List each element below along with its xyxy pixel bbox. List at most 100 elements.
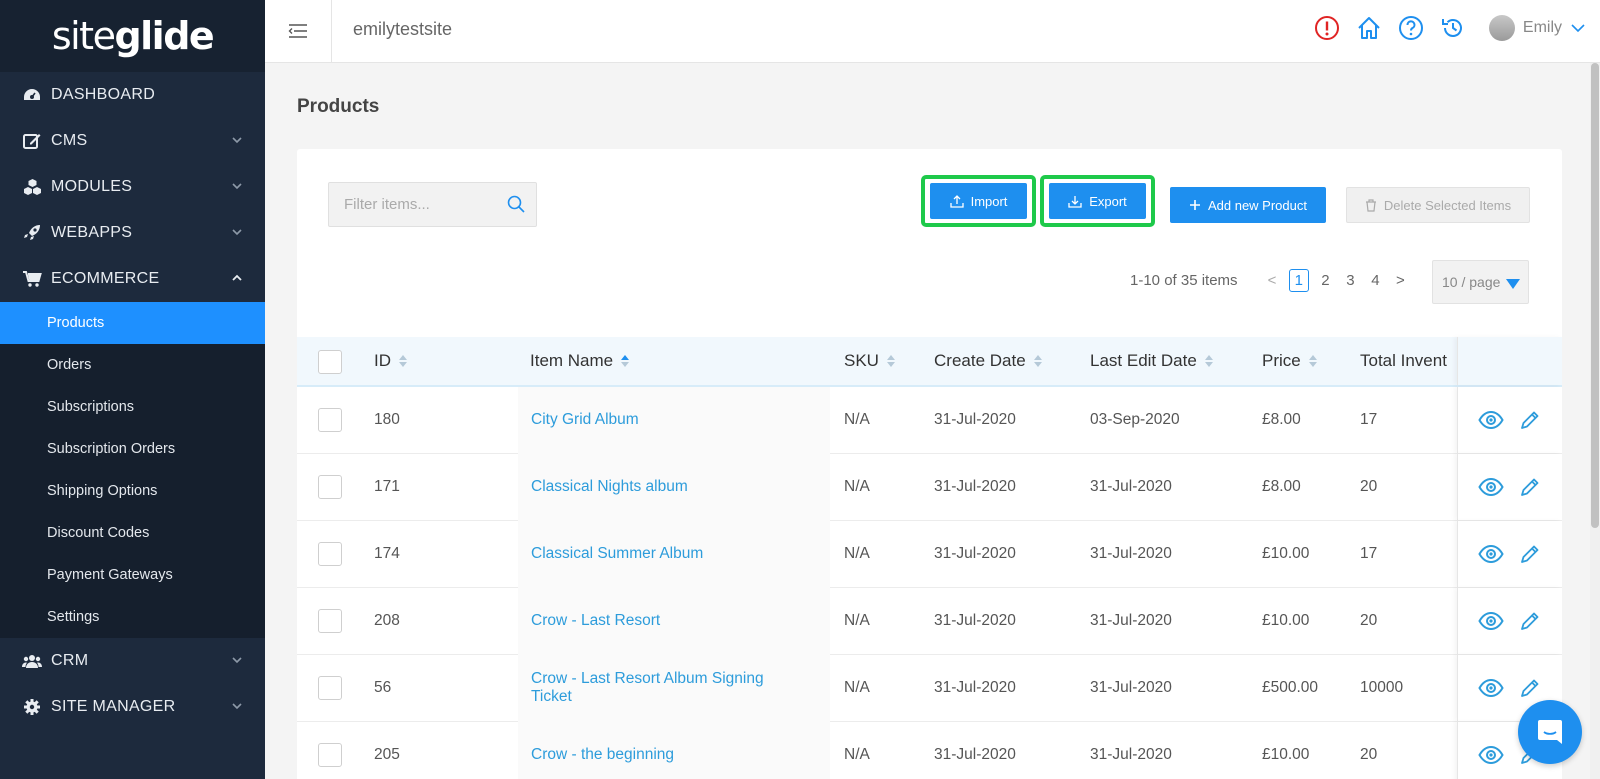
- column-header-id[interactable]: ID: [374, 351, 407, 371]
- page-1-button[interactable]: 1: [1288, 269, 1309, 292]
- cell-item-name-link[interactable]: Crow - Last Resort Album Signing Ticket: [531, 670, 801, 706]
- cell-id: 180: [374, 411, 400, 428]
- column-header-total-inventory[interactable]: Total Invent: [1360, 351, 1457, 371]
- sidebar-subitem-settings[interactable]: Settings: [0, 596, 265, 638]
- cell-item-name-link[interactable]: Classical Nights album: [531, 478, 801, 496]
- sort-icon: [621, 355, 630, 367]
- scrollbar-thumb[interactable]: [1591, 63, 1599, 528]
- logo-text: siteglide: [51, 14, 215, 58]
- products-card: Import Export Add new Product Delete Sel…: [297, 149, 1562, 779]
- select-all-checkbox[interactable]: [318, 350, 342, 374]
- help-icon[interactable]: [1397, 14, 1425, 42]
- export-button[interactable]: Export: [1049, 183, 1146, 219]
- page-4-button[interactable]: 4: [1367, 272, 1384, 289]
- row-checkbox[interactable]: [318, 609, 342, 633]
- cell-last-edit-date: 31-Jul-2020: [1090, 746, 1172, 763]
- cell-id: 205: [374, 746, 400, 763]
- chat-button[interactable]: [1518, 700, 1582, 764]
- table-row: 180 City Grid Album N/A 31-Jul-2020 03-Sep-2…: [297, 387, 1562, 454]
- sidebar-subitem-shipping-options[interactable]: Shipping Options: [0, 470, 265, 512]
- row-checkbox[interactable]: [318, 542, 342, 566]
- cell-total-inventory: 17: [1360, 545, 1378, 562]
- sort-icon: [1204, 355, 1213, 367]
- prev-page-button[interactable]: <: [1264, 272, 1281, 289]
- cell-item-name-link[interactable]: City Grid Album: [531, 411, 801, 429]
- sort-icon: [399, 355, 407, 367]
- cell-item-name-link[interactable]: Classical Summer Album: [531, 545, 801, 563]
- eye-icon[interactable]: [1478, 544, 1504, 568]
- cell-create-date: 31-Jul-2020: [934, 679, 1016, 696]
- pencil-icon[interactable]: [1519, 476, 1541, 503]
- column-header-create-date[interactable]: Create Date: [934, 351, 1042, 371]
- chevron-down-icon: [1571, 24, 1585, 33]
- eye-icon[interactable]: [1478, 745, 1504, 769]
- sidebar-subitem-payment-gateways[interactable]: Payment Gateways: [0, 554, 265, 596]
- sidebar-item-modules[interactable]: MODULES: [0, 164, 265, 210]
- eye-icon[interactable]: [1478, 678, 1504, 702]
- users-icon: [22, 651, 42, 671]
- pencil-icon[interactable]: [1519, 610, 1541, 637]
- eye-icon[interactable]: [1478, 477, 1504, 501]
- cell-sku: N/A: [844, 612, 870, 629]
- sidebar-item-webapps[interactable]: WEBAPPS: [0, 210, 265, 256]
- history-icon[interactable]: [1439, 14, 1467, 42]
- sidebar-item-site-manager[interactable]: SITE MANAGER: [0, 684, 265, 730]
- row-checkbox[interactable]: [318, 475, 342, 499]
- cell-price: £500.00: [1262, 679, 1319, 696]
- cell-total-inventory: 20: [1360, 746, 1378, 763]
- row-actions: [1457, 387, 1562, 453]
- ecommerce-submenu: Products Orders Subscriptions Subscripti…: [0, 302, 265, 638]
- row-checkbox[interactable]: [318, 408, 342, 432]
- sidebar-subitem-subscription-orders[interactable]: Subscription Orders: [0, 428, 265, 470]
- pencil-icon[interactable]: [1519, 409, 1541, 436]
- edit-icon: [22, 131, 42, 151]
- sidebar-item-crm[interactable]: CRM: [0, 638, 265, 684]
- top-header: emilytestsite Emily: [265, 0, 1600, 63]
- page-scrollbar[interactable]: [1590, 63, 1600, 779]
- add-product-label: Add new Product: [1207, 197, 1307, 213]
- row-checkbox[interactable]: [318, 676, 342, 700]
- column-header-item-name[interactable]: Item Name: [530, 351, 630, 371]
- search-icon[interactable]: [506, 194, 526, 214]
- chat-icon: [1538, 720, 1562, 744]
- row-actions: [1457, 454, 1562, 520]
- sidebar-subitem-subscriptions[interactable]: Subscriptions: [0, 386, 265, 428]
- cell-item-name-link[interactable]: Crow - the beginning: [531, 746, 801, 764]
- eye-icon[interactable]: [1478, 611, 1504, 635]
- logo[interactable]: siteglide: [0, 0, 265, 72]
- page-3-button[interactable]: 3: [1342, 272, 1359, 289]
- row-checkbox[interactable]: [318, 743, 342, 767]
- home-icon[interactable]: [1355, 14, 1383, 42]
- page-size-value: 10 / page: [1442, 274, 1501, 290]
- alert-icon[interactable]: [1313, 14, 1341, 42]
- delete-selected-button[interactable]: Delete Selected Items: [1346, 187, 1530, 223]
- page-2-button[interactable]: 2: [1317, 272, 1334, 289]
- column-header-price[interactable]: Price: [1262, 351, 1317, 371]
- sidebar-item-ecommerce[interactable]: ECOMMERCE: [0, 256, 265, 302]
- cell-last-edit-date: 31-Jul-2020: [1090, 545, 1172, 562]
- sidebar-item-cms[interactable]: CMS: [0, 118, 265, 164]
- cell-item-name-link[interactable]: Crow - Last Resort: [531, 612, 801, 630]
- column-header-last-edit-date[interactable]: Last Edit Date: [1090, 351, 1213, 371]
- pencil-icon[interactable]: [1519, 543, 1541, 570]
- sidebar-item-dashboard[interactable]: DASHBOARD: [0, 72, 265, 118]
- row-actions: [1457, 521, 1562, 587]
- filter-input[interactable]: [329, 183, 499, 226]
- eye-icon[interactable]: [1478, 410, 1504, 434]
- add-product-button[interactable]: Add new Product: [1170, 187, 1326, 223]
- import-highlight: Import: [921, 175, 1036, 227]
- pencil-icon[interactable]: [1519, 677, 1541, 704]
- sidebar-subitem-discount-codes[interactable]: Discount Codes: [0, 512, 265, 554]
- column-header-sku[interactable]: SKU: [844, 351, 895, 371]
- cell-sku: N/A: [844, 746, 870, 763]
- import-button[interactable]: Import: [930, 183, 1027, 219]
- cart-icon: [22, 269, 42, 289]
- menu-toggle-button[interactable]: [265, 0, 332, 62]
- sidebar-subitem-products[interactable]: Products: [0, 302, 265, 344]
- cell-sku: N/A: [844, 411, 870, 428]
- next-page-button[interactable]: >: [1392, 272, 1409, 289]
- page-size-select[interactable]: 10 / page: [1432, 260, 1529, 304]
- user-menu[interactable]: Emily: [1488, 15, 1586, 41]
- sidebar-subitem-orders[interactable]: Orders: [0, 344, 265, 386]
- products-table: ID Item Name SKU Create Date Last Edit D…: [297, 337, 1562, 779]
